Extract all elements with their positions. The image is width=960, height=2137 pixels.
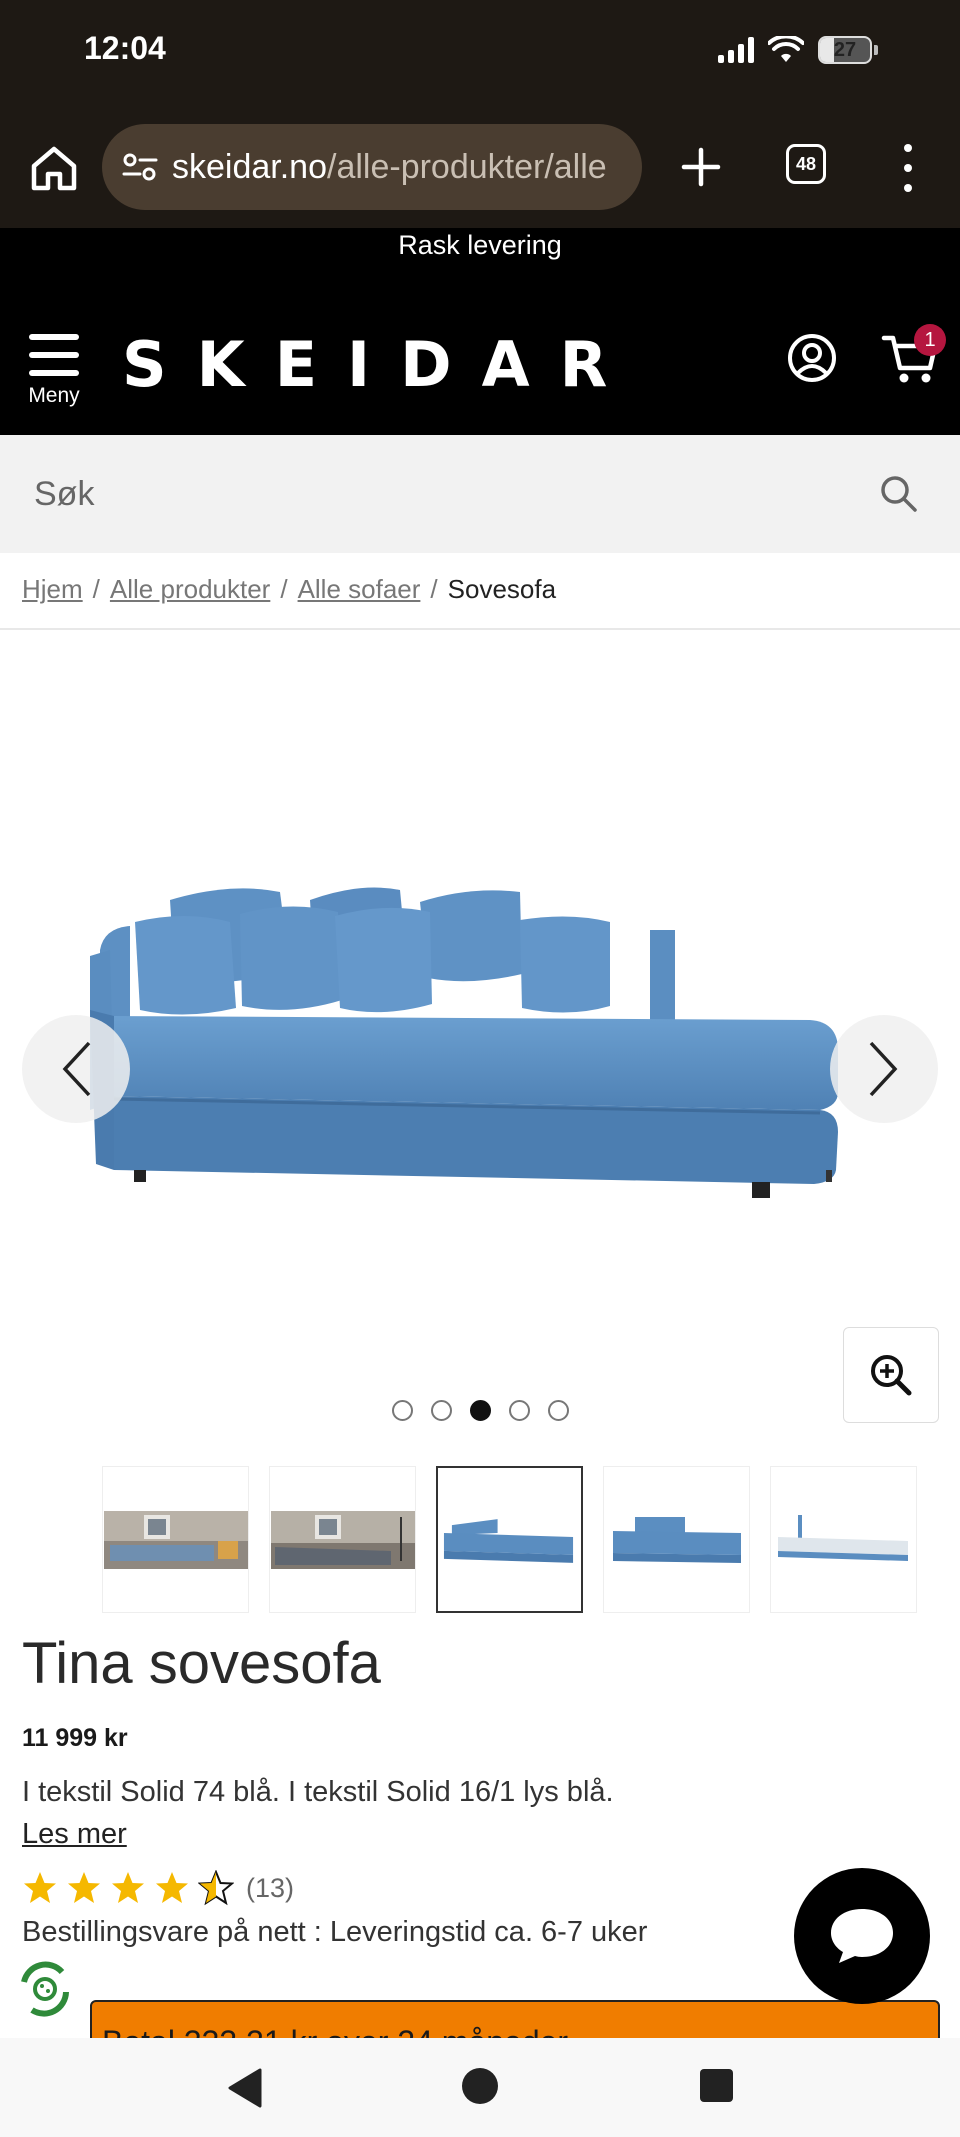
status-icons: 27: [718, 36, 878, 64]
gallery-dots: [0, 1400, 960, 1421]
gallery-dot[interactable]: [430, 1400, 452, 1421]
address-bar[interactable]: skeidar.no/alle-produkter/alle: [102, 124, 642, 210]
breadcrumb-link-all-products[interactable]: Alle produkter: [110, 574, 270, 604]
star-full-icon: [112, 1872, 144, 1903]
product-price: 11 999 kr: [22, 1724, 128, 1752]
thumbnail-image: [443, 1518, 574, 1563]
home-icon[interactable]: [28, 142, 80, 194]
gallery-prev-button[interactable]: [22, 1015, 130, 1123]
product-main-image[interactable]: [90, 870, 870, 1270]
star-full-icon: [68, 1872, 100, 1903]
rating-count: (13): [246, 1872, 295, 1903]
delivery-info: Bestillingsvare på nett : Leveringstid c…: [22, 1916, 648, 1948]
thumbnail-room-1[interactable]: [102, 1466, 249, 1613]
status-time: 12:04: [84, 30, 166, 66]
search-bar: [0, 435, 960, 553]
breadcrumb-link-home[interactable]: Hjem: [22, 574, 83, 604]
browser-chrome: 12:04 27 skeidar.no /alle-produkter/alle…: [0, 0, 960, 228]
menu-label: Meny: [28, 384, 80, 407]
wifi-icon: [768, 36, 804, 62]
recent-apps-icon[interactable]: [700, 2069, 733, 2102]
chat-button[interactable]: [794, 1868, 930, 2004]
recycle-badge-icon[interactable]: [14, 1958, 76, 2020]
gallery-next-button[interactable]: [830, 1015, 938, 1123]
thumbnail-strip: [102, 1466, 917, 1613]
thumbnail-image: [612, 1516, 741, 1563]
thumbnail-bed-mode[interactable]: [770, 1466, 917, 1613]
tab-switcher-button[interactable]: 48: [786, 144, 826, 184]
site-settings-icon[interactable]: [120, 147, 160, 187]
battery-level: 27: [833, 38, 857, 61]
gallery-dot[interactable]: [547, 1400, 569, 1421]
chevron-right-icon: [869, 1041, 898, 1097]
thumbnail-room-2[interactable]: [269, 1466, 416, 1613]
product-title: Tina sovesofa: [22, 1631, 381, 1696]
product-gallery: [0, 630, 960, 1440]
star-full-icon: [156, 1872, 188, 1903]
thumbnail-image: [777, 1514, 908, 1561]
chevron-left-icon: [62, 1041, 91, 1097]
more-menu-icon[interactable]: [896, 144, 920, 192]
gallery-dot-active[interactable]: [469, 1400, 491, 1421]
thumbnail-image: [270, 1510, 415, 1569]
product-rating[interactable]: (13): [22, 1870, 294, 1906]
url-bar-row: skeidar.no/alle-produkter/alle 48: [0, 124, 960, 212]
breadcrumb-link-all-sofas[interactable]: Alle sofaer: [298, 574, 421, 604]
search-input[interactable]: [0, 435, 960, 553]
home-nav-icon[interactable]: [462, 2068, 498, 2104]
system-navigation-bar: [0, 2038, 960, 2137]
url-domain: skeidar.no: [172, 147, 327, 186]
star-full-icon: [24, 1872, 56, 1903]
url-path: /alle-produkter/alle: [327, 147, 607, 186]
read-more-link[interactable]: Les mer: [22, 1818, 127, 1851]
chat-bubble-icon: [831, 1909, 893, 1963]
page: 12:04 27 skeidar.no /alle-produkter/alle…: [0, 0, 960, 2137]
signal-icon: [718, 37, 754, 63]
star-half-icon: [198, 1870, 234, 1906]
thumbnail-front-active[interactable]: [436, 1466, 583, 1613]
breadcrumb-current: Sovesofa: [447, 574, 557, 604]
cart-count-badge: 1: [914, 324, 946, 356]
site-header: Rask levering Meny SKEIDAR 1: [0, 228, 960, 435]
search-icon[interactable]: [878, 473, 918, 513]
promo-banner[interactable]: Rask levering: [0, 228, 960, 261]
gallery-dot[interactable]: [391, 1400, 413, 1421]
skeidar-logo[interactable]: SKEIDAR: [122, 328, 637, 401]
gallery-dot[interactable]: [508, 1400, 530, 1421]
product-description: I tekstil Solid 74 blå. I tekstil Solid …: [22, 1776, 614, 1808]
back-icon[interactable]: [226, 2068, 262, 2108]
menu-button[interactable]: Meny: [24, 334, 84, 408]
zoom-in-icon: [871, 1355, 912, 1396]
account-icon[interactable]: [786, 332, 838, 384]
breadcrumb: Hjem / Alle produkter / Alle sofaer / Sovesofa: [22, 574, 557, 604]
thumbnail-angle[interactable]: [603, 1466, 750, 1613]
battery-icon: 27: [818, 36, 878, 64]
hamburger-icon: [29, 334, 79, 376]
thumbnail-image: [103, 1510, 248, 1569]
new-tab-icon[interactable]: [676, 142, 726, 192]
